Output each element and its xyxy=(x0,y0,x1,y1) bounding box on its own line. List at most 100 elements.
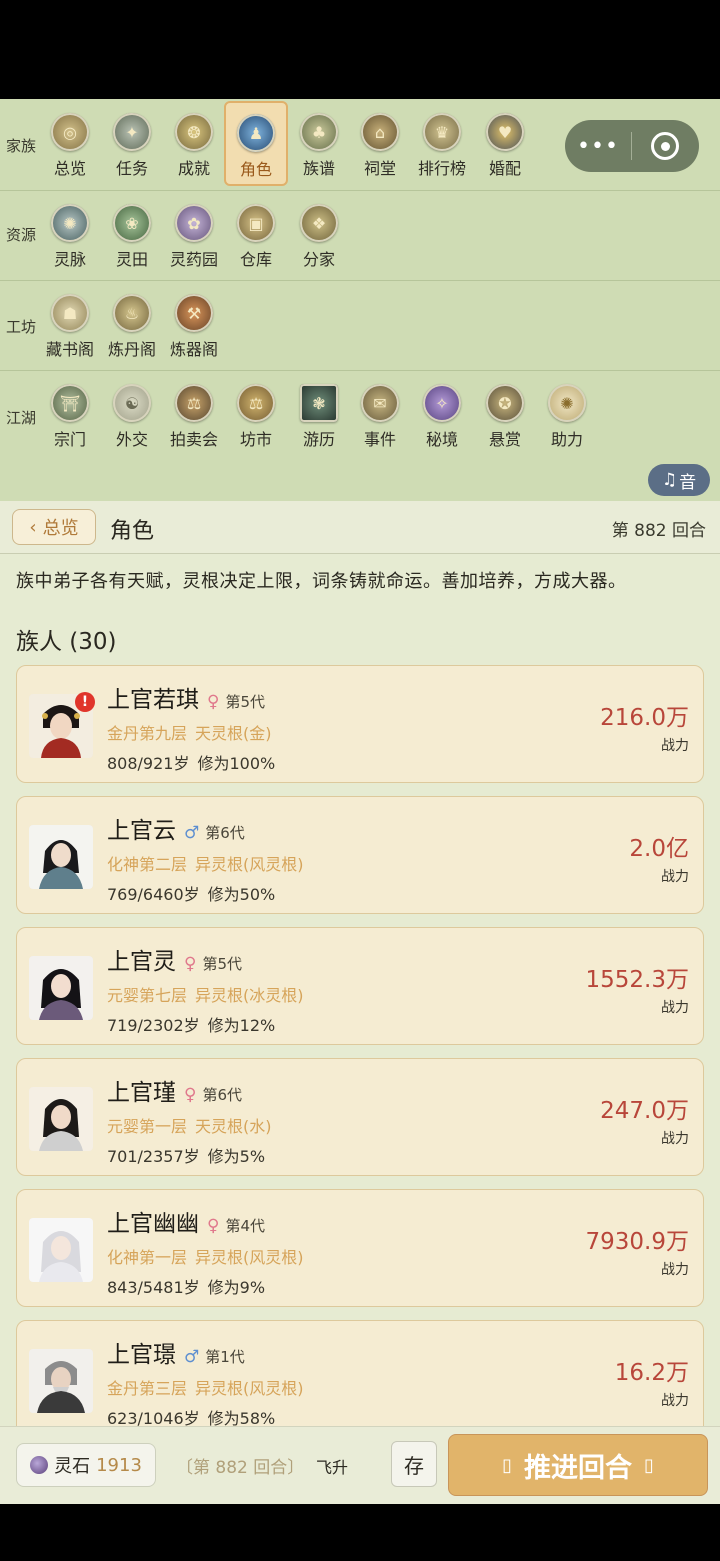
navigation-bar-area xyxy=(0,1504,720,1561)
menu-item-warehouse[interactable]: ▣ 仓库 xyxy=(225,204,287,274)
member-name: 上官云 xyxy=(107,818,176,844)
avatar xyxy=(29,1218,93,1282)
menu-item-diplomacy[interactable]: ☯ 外交 xyxy=(101,384,163,454)
task-icon: ✦ xyxy=(113,113,151,151)
menu-item-label: 灵田 xyxy=(115,250,148,269)
menu-item-sect[interactable]: ⛩ 宗门 xyxy=(39,384,101,454)
menu-item-secret-realm[interactable]: ✧ 秘境 xyxy=(411,384,473,454)
menu-item-branch-family[interactable]: ❖ 分家 xyxy=(288,204,350,274)
female-icon: ♀ xyxy=(184,1085,197,1105)
menu-item-label: 炼丹阁 xyxy=(107,340,156,359)
row-label-workshop: 工坊 xyxy=(6,318,37,336)
menu-item-label: 宗门 xyxy=(53,430,86,449)
menu-item-marriage[interactable]: ♥ 婚配 xyxy=(474,113,536,183)
member-age-line: 808/921岁 修为100% xyxy=(107,750,275,774)
menu-item-label: 灵药园 xyxy=(169,250,218,269)
member-power: 1552.3万 xyxy=(585,967,689,993)
ascend-button[interactable]: 飞升 xyxy=(316,1454,348,1478)
menu-item-auction[interactable]: ⚖ 拍卖会 xyxy=(163,384,225,454)
overview-icon: ◎ xyxy=(51,113,89,151)
auction-icon: ⚖ xyxy=(175,384,213,422)
menu-item-assist[interactable]: ✺ 助力 xyxy=(536,384,598,454)
menu-item-spirit-vein[interactable]: ✺ 灵脉 xyxy=(39,204,101,274)
event-icon: ✉ xyxy=(361,384,399,422)
menu-item-label: 总览 xyxy=(53,159,86,178)
member-cultivation: 修为58% xyxy=(207,1409,276,1426)
menu-item-character[interactable]: ♟ 角色 xyxy=(224,101,288,186)
member-spirit-root: 异灵根(冰灵根) xyxy=(195,986,304,1005)
menu-item-leaderboard[interactable]: ♛ 排行榜 xyxy=(411,113,473,183)
menu-item-travel[interactable]: ❃ 游历 xyxy=(288,384,350,454)
menu-item-label: 婚配 xyxy=(488,159,521,178)
turn-counter: 第 882 回合 xyxy=(611,521,706,541)
menu-item-ancestral-hall[interactable]: ⌂ 祠堂 xyxy=(349,113,411,183)
member-spirit-root: 异灵根(风灵根) xyxy=(195,855,304,874)
back-button[interactable]: ‹ 总览 xyxy=(12,509,96,545)
member-card[interactable]: ! 上官若琪 ♀ 第5代 金丹第九层 天灵根(金) 808/921岁 修为100% 21… xyxy=(16,665,704,783)
character-list-panel[interactable]: 族中弟子各有天赋，灵根决定上限，词条铸就命运。善加培养，方成大器。 族人 (30… xyxy=(0,554,720,1426)
member-realm-line: 金丹第九层 天灵根(金) xyxy=(107,720,272,744)
bottom-action-bar: 灵石 1913 〔第 882 回合〕 飞升 存 ▯ 推进回合 ▯ xyxy=(0,1426,720,1505)
menu-item-herb-garden[interactable]: ✿ 灵药园 xyxy=(163,204,225,274)
member-spirit-root: 天灵根(水) xyxy=(195,1117,272,1136)
menu-row-workshop: 工坊 ☗ 藏书阁 ♨ 炼丹阁 ⚒ 炼器阁 xyxy=(0,280,720,371)
advance-right-icon: ▯ xyxy=(644,1454,654,1476)
save-button[interactable]: 存 xyxy=(391,1441,437,1487)
advance-turn-label: 推进回合 xyxy=(524,1452,632,1484)
menu-item-label: 悬赏 xyxy=(488,430,521,449)
menu-item-label: 助力 xyxy=(550,430,583,449)
menu-item-task[interactable]: ✦ 任务 xyxy=(101,113,163,183)
member-card[interactable]: 上官璟 ♂ 第1代 金丹第三层 异灵根(风灵根) 623/1046岁 修为58% 16.… xyxy=(16,1320,704,1426)
menu-item-label: 游历 xyxy=(302,430,335,449)
menu-item-alchemy[interactable]: ♨ 炼丹阁 xyxy=(101,294,163,364)
menu-item-forge[interactable]: ⚒ 炼器阁 xyxy=(163,294,225,364)
menu-item-event[interactable]: ✉ 事件 xyxy=(349,384,411,454)
menu-item-market[interactable]: ⚖ 坊市 xyxy=(225,384,287,454)
menu-item-spirit-field[interactable]: ❀ 灵田 xyxy=(101,204,163,274)
member-name: 上官灵 xyxy=(107,949,176,975)
secret-realm-icon: ✧ xyxy=(423,384,461,422)
menu-item-overview[interactable]: ◎ 总览 xyxy=(39,113,101,183)
avatar xyxy=(29,1087,93,1151)
travel-icon: ❃ xyxy=(300,384,338,422)
menu-item-label: 族谱 xyxy=(302,159,335,178)
male-icon: ♂ xyxy=(184,823,200,843)
menu-item-family-tree[interactable]: ♣ 族谱 xyxy=(288,113,350,183)
menu-item-library[interactable]: ☗ 藏书阁 xyxy=(39,294,101,364)
member-realm-line: 化神第二层 异灵根(风灵根) xyxy=(107,851,304,875)
member-card[interactable]: 上官灵 ♀ 第5代 元婴第七层 异灵根(冰灵根) 719/2302岁 修为12% 155… xyxy=(16,927,704,1045)
member-generation: 第5代 xyxy=(202,955,242,973)
music-toggle-button[interactable]: ♫ 音 xyxy=(648,464,710,496)
menu-item-achievement[interactable]: ❂ 成就 xyxy=(163,113,225,183)
target-icon xyxy=(651,132,679,160)
menu-item-label: 仓库 xyxy=(239,250,272,269)
members-section-title: 族人 (30) xyxy=(16,629,117,655)
row-label-resource: 资源 xyxy=(6,226,37,244)
member-generation: 第5代 xyxy=(225,693,265,711)
more-options-icon[interactable]: ••• xyxy=(565,134,631,159)
member-age: 808/921岁 xyxy=(107,754,190,773)
spirit-stone-button[interactable]: 灵石 1913 xyxy=(16,1443,156,1487)
member-card[interactable]: 上官幽幽 ♀ 第4代 化神第一层 异灵根(风灵根) 843/5481岁 修为9% 793… xyxy=(16,1189,704,1307)
menu-item-label: 成就 xyxy=(177,159,210,178)
member-cultivation: 修为50% xyxy=(207,885,276,904)
close-miniprogram-button[interactable] xyxy=(632,132,698,160)
member-name-line: 上官云 ♂ 第6代 xyxy=(107,811,245,845)
member-age-line: 701/2357岁 修为5% xyxy=(107,1143,265,1167)
member-power-label: 战力 xyxy=(661,1131,689,1147)
member-cultivation: 修为9% xyxy=(207,1278,266,1297)
turn-info: 〔第 882 回合〕 xyxy=(176,1458,305,1478)
ancestral-hall-icon: ⌂ xyxy=(361,113,399,151)
member-age-line: 769/6460岁 修为50% xyxy=(107,881,275,905)
member-name-line: 上官灵 ♀ 第5代 xyxy=(107,942,242,976)
page-header: ‹ 总览 角色 第 882 回合 xyxy=(0,501,720,554)
advance-turn-button[interactable]: ▯ 推进回合 ▯ xyxy=(448,1434,708,1496)
menu-item-bounty[interactable]: ✪ 悬赏 xyxy=(474,384,536,454)
page-title: 角色 xyxy=(110,519,155,544)
member-card[interactable]: 上官云 ♂ 第6代 化神第二层 异灵根(风灵根) 769/6460岁 修为50% 2.0… xyxy=(16,796,704,914)
member-realm-line: 金丹第三层 异灵根(风灵根) xyxy=(107,1375,304,1399)
alert-badge: ! xyxy=(75,692,95,712)
avatar xyxy=(29,1349,93,1413)
member-card[interactable]: 上官瑾 ♀ 第6代 元婴第一层 天灵根(水) 701/2357岁 修为5% 247.0万… xyxy=(16,1058,704,1176)
female-icon: ♀ xyxy=(184,954,197,974)
